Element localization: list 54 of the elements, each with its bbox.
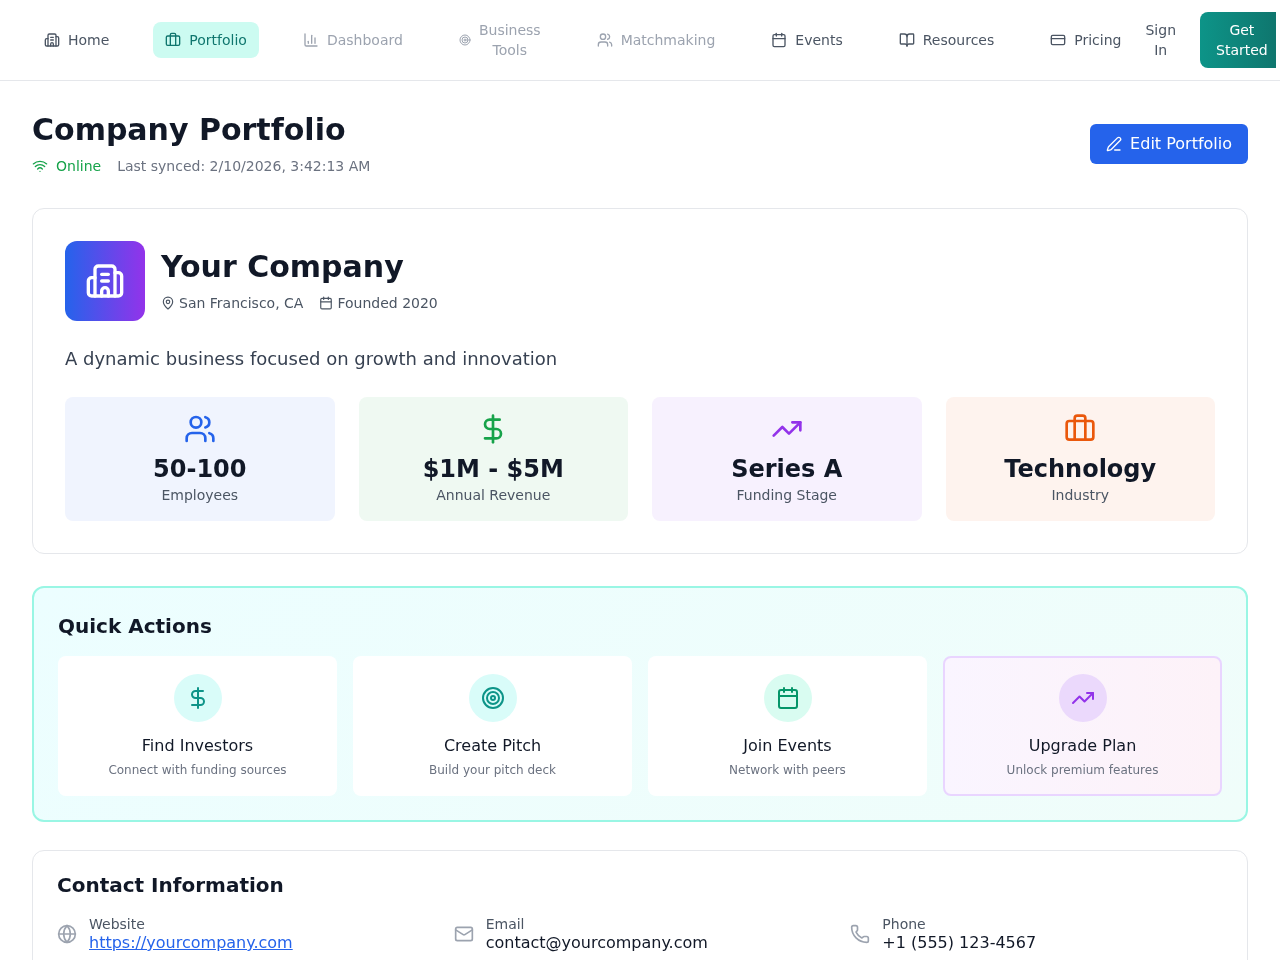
nav-link[interactable]: Pricing: [1038, 22, 1134, 58]
website-link[interactable]: https://yourcompany.com: [89, 933, 293, 952]
contact-label: Phone: [882, 915, 927, 933]
credit-card-icon: [1050, 32, 1067, 48]
target-icon: [458, 34, 471, 46]
stat-value: Technology: [1004, 454, 1157, 485]
company-logo-icon: [65, 241, 145, 321]
dollar-icon: [173, 674, 222, 722]
stat-label: Annual Revenue: [436, 486, 551, 505]
location-text: San Francisco, CA: [179, 294, 304, 313]
edit-portfolio-button[interactable]: Edit Portfolio: [1090, 124, 1248, 164]
quick-action-card[interactable]: Join Events Network with peers: [648, 656, 927, 796]
stat-value: $1M - $5M: [422, 454, 564, 485]
trending-up-icon: [1058, 674, 1107, 722]
page-title: Company Portfolio: [32, 112, 347, 148]
nav-link[interactable]: Portfolio: [153, 22, 259, 58]
get-started-button[interactable]: Get Started: [1200, 12, 1276, 68]
quick-action-card[interactable]: Upgrade Plan Unlock premium features: [943, 656, 1222, 796]
contact-value: contact@yourcompany.com: [485, 933, 708, 952]
quick-action-card[interactable]: Create Pitch Build your pitch deck: [353, 656, 632, 796]
wifi-icon: [32, 158, 48, 174]
stat-value: 50-100: [153, 454, 247, 485]
online-status: Online: [56, 157, 102, 176]
building-icon: [44, 32, 60, 48]
briefcase-icon: [165, 32, 182, 48]
stat-label: Funding Stage: [736, 486, 837, 505]
company-description: A dynamic business focused on growth and innovation: [65, 347, 559, 371]
users-icon: [596, 32, 613, 48]
section-title: Contact Information: [57, 872, 285, 899]
contact-value: +1 (555) 123-4567: [882, 933, 1037, 952]
book-icon: [898, 32, 915, 48]
nav-link[interactable]: Home: [32, 22, 122, 58]
phone-icon: [850, 923, 871, 944]
globe-icon: [57, 923, 77, 944]
target-icon: [468, 674, 517, 722]
calendar-icon: [763, 674, 812, 722]
stat-label: Industry: [1051, 486, 1110, 505]
quick-action-card[interactable]: Find Investors Connect with funding sources: [58, 656, 337, 796]
section-title: Quick Actions: [58, 613, 213, 640]
founded-text: Founded 2020: [337, 294, 438, 313]
stat-value: Series A: [731, 454, 843, 485]
pencil-icon: [1106, 136, 1123, 152]
last-synced-text: Last synced: 2/10/2026, 3:42:13 AM: [117, 157, 371, 176]
contact-label: Website: [89, 915, 146, 933]
calendar-icon: [771, 32, 788, 48]
company-name: Your Company: [161, 249, 405, 285]
contact-label: Email: [485, 915, 526, 933]
sign-in-button[interactable]: Sign In: [1137, 12, 1184, 68]
bar-chart-icon: [302, 32, 319, 48]
nav-link[interactable]: Resources: [886, 22, 1007, 58]
map-pin-icon: [161, 296, 175, 310]
stat-label: Employees: [161, 486, 239, 505]
nav-link[interactable]: Events: [759, 22, 855, 58]
calendar-icon: [319, 296, 334, 310]
